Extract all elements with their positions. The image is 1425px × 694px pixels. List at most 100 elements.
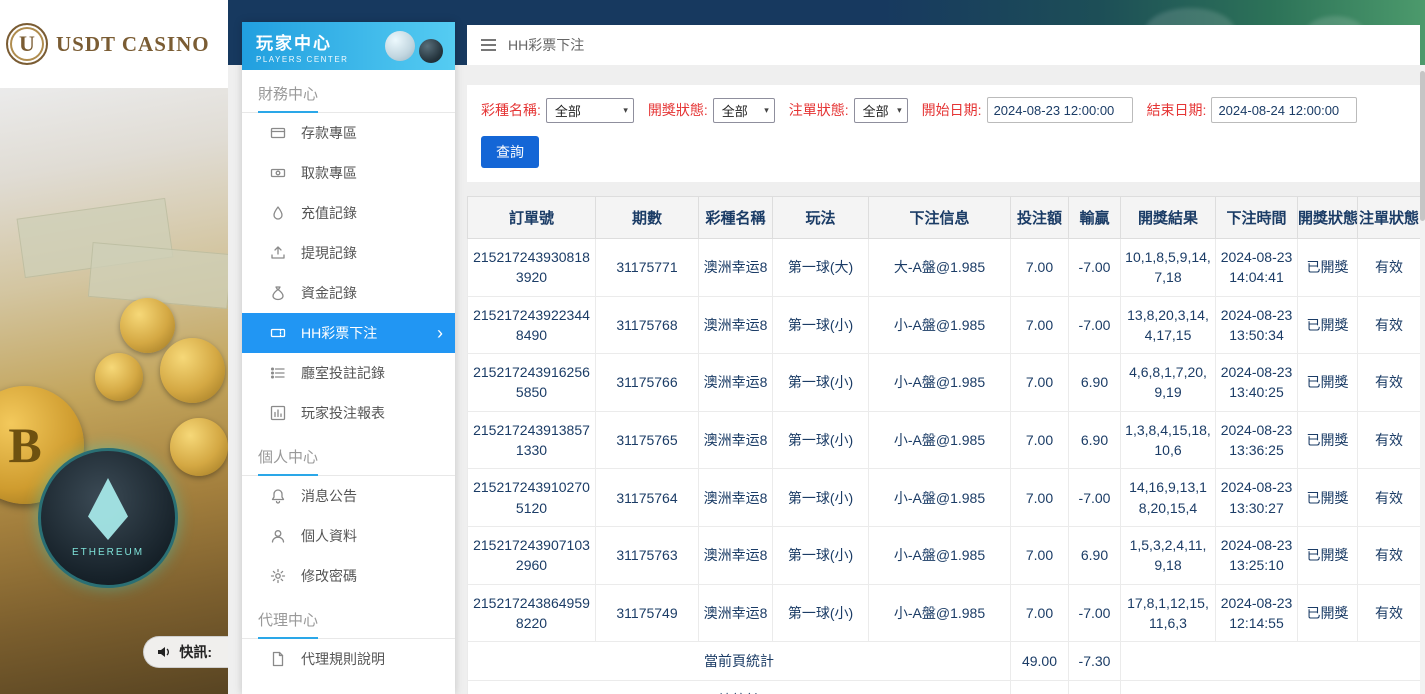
sidebar-section: 個人中心消息公告個人資料修改密碼 xyxy=(242,433,455,596)
page-title: HH彩票下注 xyxy=(508,35,584,55)
sidebar-section-label: 代理中心 xyxy=(242,596,455,639)
summary-bet-total: 49.00 xyxy=(1011,681,1069,694)
sidebar-item-label: 消息公告 xyxy=(301,486,357,506)
news-ticker-button[interactable]: 快訊: xyxy=(143,636,228,668)
summary-label: 總統計 xyxy=(468,681,1011,694)
cell-draw-status: 已開獎 xyxy=(1298,296,1358,354)
cell-draw-result: 1,3,8,4,15,18,10,6 xyxy=(1121,411,1216,469)
cell-bet-time: 2024-08-23 13:50:34 xyxy=(1216,296,1298,354)
cell-period: 31175766 xyxy=(596,354,699,412)
cell-bet-amount: 7.00 xyxy=(1011,354,1069,412)
room-bet-record-icon xyxy=(270,365,286,381)
profile-icon xyxy=(270,528,286,544)
cell-play-type: 第一球(大) xyxy=(773,239,869,297)
recharge-record-icon xyxy=(270,205,286,221)
cell-bet-amount: 7.00 xyxy=(1011,526,1069,584)
cell-bet-status: 有效 xyxy=(1358,411,1421,469)
cell-win-loss: -7.00 xyxy=(1069,584,1121,642)
cell-lottery-name: 澳洲幸运8 xyxy=(699,469,773,527)
cell-win-loss: 6.90 xyxy=(1069,526,1121,584)
start-date-label: 開始日期: xyxy=(922,100,982,120)
start-date-input[interactable] xyxy=(987,97,1133,123)
sidebar-section: 代理中心代理規則說明 xyxy=(242,596,455,679)
end-date-input[interactable] xyxy=(1211,97,1357,123)
sidebar-item-room-bet-record[interactable]: 廳室投註記錄 xyxy=(242,353,455,393)
column-header-draw-status: 開獎狀態 xyxy=(1298,197,1358,239)
cell-bet-status: 有效 xyxy=(1358,354,1421,412)
speaker-icon xyxy=(156,644,172,660)
password-icon xyxy=(270,568,286,584)
sidebar-item-label: HH彩票下注 xyxy=(301,323,377,343)
bet-report-icon xyxy=(270,405,286,421)
brand-logo-icon: U xyxy=(6,23,48,65)
bet-status-filter: 注單狀態: 全部 ▾ xyxy=(789,98,908,123)
cell-bet-info: 小-A盤@1.985 xyxy=(869,296,1011,354)
cell-draw-status: 已開獎 xyxy=(1298,239,1358,297)
draw-status-select[interactable]: 全部 ▾ xyxy=(713,98,775,123)
cell-win-loss: 6.90 xyxy=(1069,411,1121,469)
cell-lottery-name: 澳洲幸运8 xyxy=(699,296,773,354)
lottery-name-select[interactable]: 全部 ▾ xyxy=(546,98,634,123)
cell-bet-amount: 7.00 xyxy=(1011,411,1069,469)
draw-status-label: 開獎狀態: xyxy=(648,100,708,120)
cell-bet-time: 2024-08-23 12:14:55 xyxy=(1216,584,1298,642)
cell-bet-status: 有效 xyxy=(1358,526,1421,584)
left-brand-panel: U USDT CASINO B ETHEREUM 快訊: xyxy=(0,0,228,694)
table-panel: 訂單號期數彩種名稱玩法下注信息投注額輸贏開獎結果下注時間開獎狀態注單狀態 215… xyxy=(467,196,1420,694)
sidebar-item-cashout-record[interactable]: 提現記錄 xyxy=(242,233,455,273)
sidebar-item-deposit[interactable]: 存款專區 xyxy=(242,113,455,153)
sidebar-item-password[interactable]: 修改密碼 xyxy=(242,556,455,596)
cell-bet-info: 大-A盤@1.985 xyxy=(869,239,1011,297)
bet-status-select[interactable]: 全部 ▾ xyxy=(854,98,908,123)
chevron-down-icon: ▾ xyxy=(623,105,628,116)
cell-lottery-name: 澳洲幸运8 xyxy=(699,584,773,642)
vertical-scrollbar[interactable] xyxy=(1420,65,1425,694)
cell-draw-result: 10,1,8,5,9,14,7,18 xyxy=(1121,239,1216,297)
cell-bet-status: 有效 xyxy=(1358,296,1421,354)
cell-bet-info: 小-A盤@1.985 xyxy=(869,411,1011,469)
cell-period: 31175768 xyxy=(596,296,699,354)
sidebar-item-bet-report[interactable]: 玩家投注報表 xyxy=(242,393,455,433)
summary-empty-cell xyxy=(1121,681,1421,694)
sidebar-item-funds-record[interactable]: 資金記錄 xyxy=(242,273,455,313)
cell-bet-time: 2024-08-23 13:36:25 xyxy=(1216,411,1298,469)
cell-bet-info: 小-A盤@1.985 xyxy=(869,354,1011,412)
sidebar-item-label: 廳室投註記錄 xyxy=(301,363,385,383)
ethereum-label: ETHEREUM xyxy=(72,547,144,558)
brand-logo: U USDT CASINO xyxy=(0,0,228,88)
sidebar-menu: 財務中心存款專區取款專區充值記錄提現記錄資金記錄HH彩票下注› 廳室投註記錄玩家投… xyxy=(242,70,455,679)
eight-ball-icon xyxy=(419,39,443,63)
main-content: HH彩票下注 彩種名稱: 全部 ▾ 開獎狀態: 全部 ▾ xyxy=(467,25,1420,694)
news-ticker-label: 快訊: xyxy=(179,642,212,662)
cell-play-type: 第一球(小) xyxy=(773,469,869,527)
table-row: 215217243910270512031175764澳洲幸运8第一球(小)小-… xyxy=(468,469,1421,527)
lottery-name-label: 彩種名稱: xyxy=(481,100,541,120)
withdraw-icon xyxy=(270,165,286,181)
sidebar-item-withdraw[interactable]: 取款專區 xyxy=(242,153,455,193)
sidebar-item-agent-rules[interactable]: 代理規則說明 xyxy=(242,639,455,679)
scrollbar-thumb[interactable] xyxy=(1420,71,1425,221)
sidebar-section-text: 財務中心 xyxy=(258,83,318,113)
menu-toggle-icon[interactable] xyxy=(481,36,496,54)
banknote-image xyxy=(88,242,228,309)
gold-coin-image xyxy=(120,298,175,353)
sidebar-item-lottery-bet[interactable]: HH彩票下注› xyxy=(242,313,455,353)
sidebar-item-recharge-record[interactable]: 充值記錄 xyxy=(242,193,455,233)
sidebar-item-bell[interactable]: 消息公告 xyxy=(242,476,455,516)
cell-win-loss: -7.00 xyxy=(1069,469,1121,527)
cell-bet-time: 2024-08-23 13:40:25 xyxy=(1216,354,1298,412)
cell-order-no: 2152172438649598220 xyxy=(468,584,596,642)
promo-photo: B ETHEREUM xyxy=(0,88,228,694)
chevron-down-icon: ▾ xyxy=(897,105,902,116)
query-button[interactable]: 查詢 xyxy=(481,136,539,168)
cell-order-no: 2152172439071032960 xyxy=(468,526,596,584)
cell-bet-status: 有效 xyxy=(1358,584,1421,642)
table-body: 215217243930818392031175771澳洲幸运8第一球(大)大-… xyxy=(468,239,1421,694)
ethereum-logo-icon xyxy=(88,478,128,540)
cell-order-no: 2152172439138571330 xyxy=(468,411,596,469)
sidebar: 玩家中心 PLAYERS CENTER 財務中心存款專區取款專區充值記錄提現記錄… xyxy=(242,22,455,694)
sidebar-item-profile[interactable]: 個人資料 xyxy=(242,516,455,556)
cell-period: 31175771 xyxy=(596,239,699,297)
brand-logo-letter: U xyxy=(19,31,35,57)
cell-draw-result: 1,5,3,2,4,11,9,18 xyxy=(1121,526,1216,584)
